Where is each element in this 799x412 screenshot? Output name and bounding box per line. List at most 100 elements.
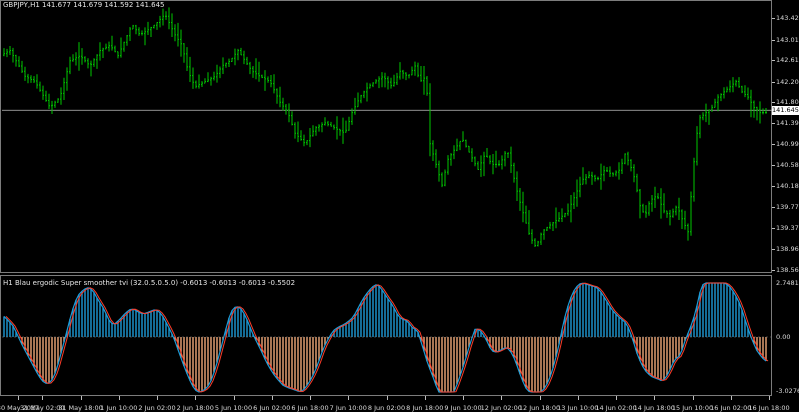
ohlc-bar xyxy=(492,154,494,175)
ohlc-bar xyxy=(504,151,506,167)
ohlc-bar xyxy=(273,74,275,94)
ohlc-bar xyxy=(291,111,293,126)
price-tick-label: 142.610 xyxy=(776,56,799,65)
ohlc-bar xyxy=(213,71,215,81)
price-tick-label: 140.580 xyxy=(776,161,799,170)
ohlc-bar xyxy=(369,83,371,89)
ohlc-bar xyxy=(330,121,332,127)
time-tick-mark xyxy=(195,396,197,400)
price-tick-mark xyxy=(772,39,775,41)
ohlc-bar xyxy=(450,153,452,166)
ohlc-bar xyxy=(630,159,632,172)
ohlc-bar xyxy=(621,158,623,174)
ohlc-bar xyxy=(453,145,455,160)
ohlc-bar xyxy=(558,212,560,222)
ohlc-bar xyxy=(261,74,263,79)
indicator-histogram xyxy=(3,283,767,392)
ohlc-bar xyxy=(315,126,317,136)
ohlc-bar xyxy=(762,108,764,115)
ohlc-bar xyxy=(102,47,104,58)
time-tick-mark xyxy=(539,396,541,400)
ohlc-bar xyxy=(378,76,380,89)
ohlc-bar xyxy=(219,66,221,79)
ohlc-bar xyxy=(438,160,440,182)
ohlc-bar xyxy=(429,83,431,157)
ohlc-bar xyxy=(489,155,491,165)
price-tick-label: 139.770 xyxy=(776,203,799,212)
ohlc-bar xyxy=(591,171,593,185)
ohlc-bar xyxy=(744,85,746,98)
ohlc-bar xyxy=(123,41,125,52)
ohlc-bar xyxy=(483,151,485,177)
ohlc-bar xyxy=(651,195,653,212)
ohlc-bar xyxy=(294,122,296,139)
price-tick-label: 139.370 xyxy=(776,224,799,233)
ohlc-bar xyxy=(12,47,14,63)
ohlc-bar xyxy=(228,58,230,67)
ohlc-bar xyxy=(345,120,347,133)
ohlc-bar xyxy=(15,54,17,67)
ohlc-bar xyxy=(153,24,155,29)
ohlc-bar xyxy=(27,73,29,84)
ohlc-bar xyxy=(426,76,428,96)
chart-canvas[interactable] xyxy=(0,0,799,412)
ohlc-bar xyxy=(672,208,674,218)
ohlc-bar xyxy=(108,41,110,52)
ohlc-bar xyxy=(585,174,587,185)
ohlc-bar xyxy=(351,108,353,125)
ohlc-bar xyxy=(24,66,26,81)
ohlc-bar xyxy=(660,188,662,219)
ohlc-bar xyxy=(303,134,305,147)
time-tick-label: 14 Jun 18:00 xyxy=(633,404,675,412)
time-tick-mark xyxy=(18,396,19,400)
ohlc-bar xyxy=(39,81,41,92)
ohlc-bar xyxy=(66,67,68,91)
ohlc-bar xyxy=(609,166,611,177)
ohlc-bar xyxy=(435,149,437,168)
ohlc-bar xyxy=(240,47,242,56)
ohlc-bar xyxy=(765,108,767,114)
time-tick-mark xyxy=(157,396,158,400)
ohlc-bar xyxy=(204,78,206,84)
ohlc-bar xyxy=(606,167,608,172)
ohlc-bar xyxy=(561,208,563,222)
ohlc-bar xyxy=(702,112,704,121)
ohlc-bar xyxy=(222,57,224,74)
ohlc-bar xyxy=(117,51,119,59)
price-tick-label: 143.420 xyxy=(776,14,799,23)
ohlc-bar xyxy=(207,72,209,83)
ohlc-bar xyxy=(519,188,521,211)
ohlc-bar xyxy=(84,56,86,63)
ohlc-bar xyxy=(183,43,185,63)
ohlc-bar xyxy=(666,210,668,218)
ohlc-bar xyxy=(522,191,524,223)
ohlc-bar xyxy=(582,167,584,185)
ohlc-bar xyxy=(375,79,377,84)
ohlc-bar xyxy=(99,42,101,61)
ohlc-bars xyxy=(3,7,767,247)
ohlc-bar xyxy=(477,161,479,170)
ohlc-bar xyxy=(447,155,449,175)
ohlc-bar xyxy=(297,121,299,143)
ohlc-bar xyxy=(321,122,323,133)
price-tick-label: 141.800 xyxy=(776,98,799,107)
ohlc-bar xyxy=(552,222,554,231)
ohlc-bar xyxy=(342,117,344,144)
ohlc-bar xyxy=(624,153,626,165)
ohlc-bar xyxy=(138,27,140,36)
ohlc-bar xyxy=(756,106,758,121)
ohlc-bar xyxy=(225,62,227,68)
ohlc-bar xyxy=(414,61,416,76)
ohlc-bar xyxy=(6,48,8,58)
time-tick-label: 1 Jun 10:00 xyxy=(100,404,138,412)
ohlc-bar xyxy=(252,66,254,78)
ohlc-bar xyxy=(237,48,239,61)
ohlc-bar xyxy=(309,128,311,148)
ohlc-bar xyxy=(147,21,149,35)
current-price-tag: 141.645 xyxy=(772,106,799,116)
ohlc-bar xyxy=(567,203,569,216)
ohlc-bar xyxy=(654,186,656,208)
ohlc-bar xyxy=(210,76,212,86)
ohlc-bar xyxy=(135,24,137,35)
ohlc-bar xyxy=(360,94,362,104)
